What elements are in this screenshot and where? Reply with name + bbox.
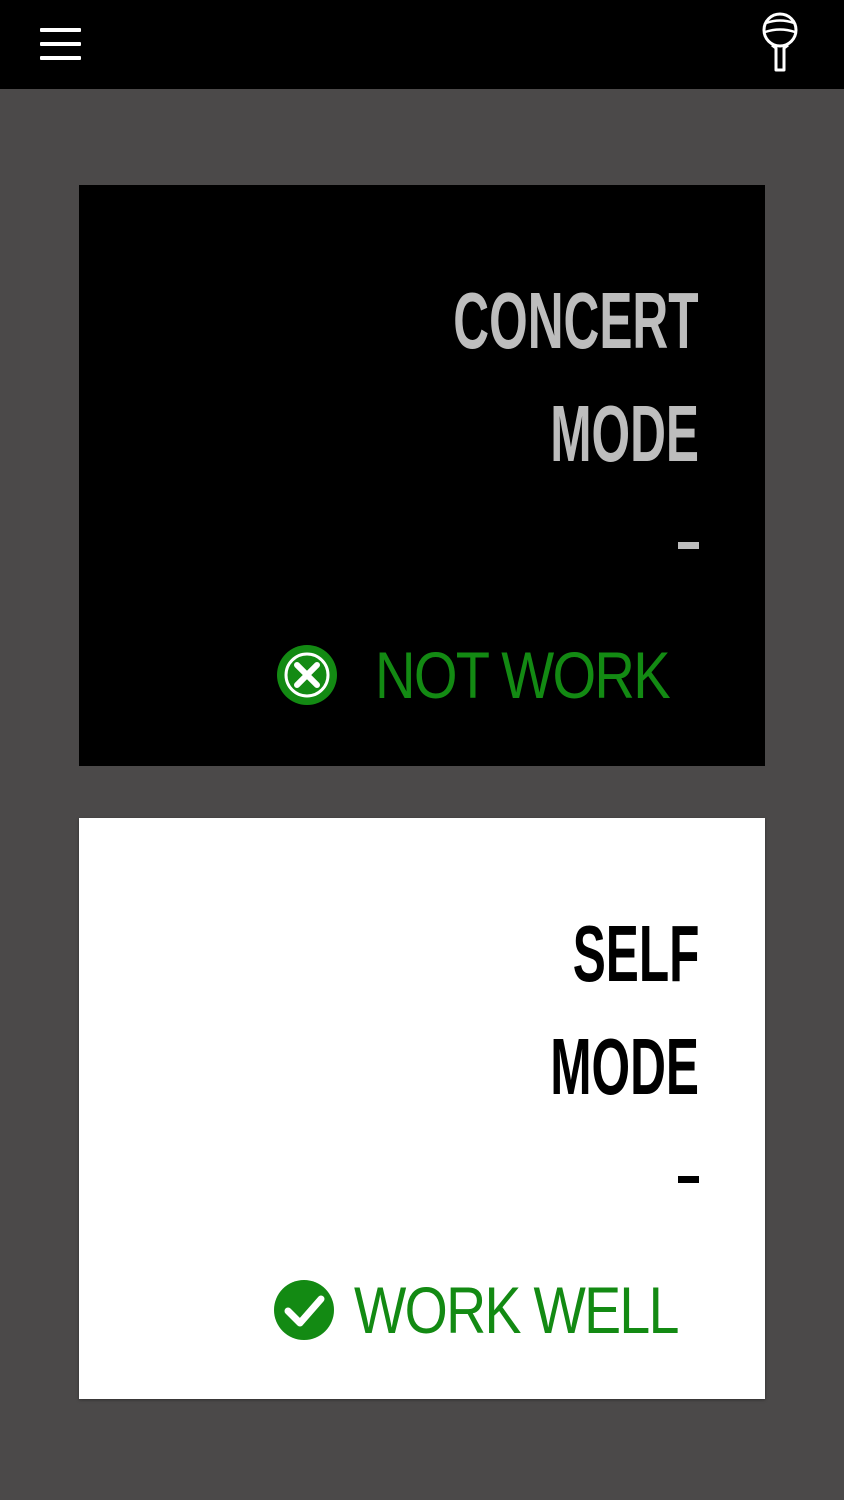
mode-title-line1: CONCERT [453,276,699,365]
mode-title-line2: MODE [550,389,699,478]
x-circle-icon [277,645,337,705]
microphone-button[interactable] [756,10,804,76]
mode-title-line1: SELF [572,909,699,998]
menu-button[interactable] [36,22,86,66]
concert-mode-card[interactable]: CONCERT MODE NOT WORK [79,185,765,766]
mode-dash [678,1176,699,1183]
check-circle-icon [274,1280,334,1340]
microphone-icon [762,12,798,72]
status-text: NOT WORK [375,638,671,712]
hamburger-menu-icon [40,56,81,60]
self-mode-card[interactable]: SELF MODE WORK WELL [79,818,765,1399]
mode-dash [678,542,699,549]
status-text: WORK WELL [354,1273,679,1347]
mode-title-line2: MODE [550,1022,699,1111]
hamburger-menu-icon [40,28,81,32]
top-bar [0,0,844,89]
hamburger-menu-icon [40,42,81,46]
